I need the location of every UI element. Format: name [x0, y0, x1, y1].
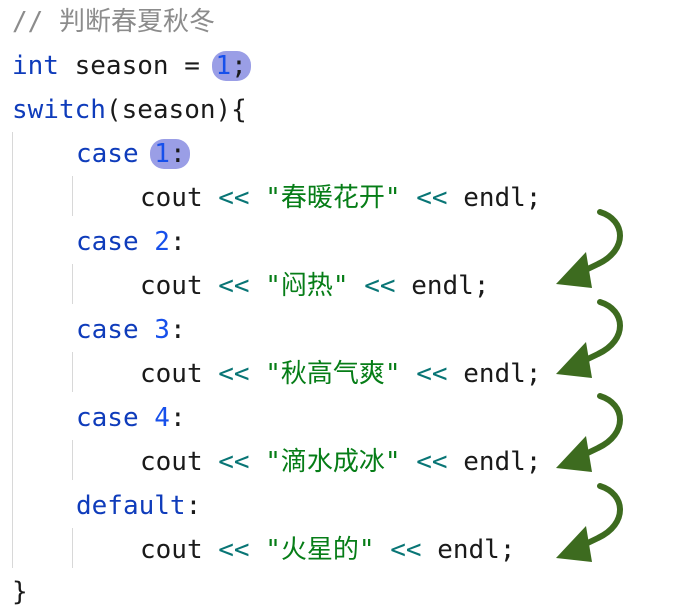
fallthrough-arrow-icon	[556, 302, 620, 378]
code-editor: // 判断春夏秋冬 int season = 1; switch(season)…	[0, 0, 689, 614]
fallthrough-arrow-icon	[556, 486, 620, 562]
fallthrough-arrows	[0, 0, 689, 614]
fallthrough-arrow-icon	[556, 396, 620, 472]
fallthrough-arrow-icon	[556, 212, 620, 288]
